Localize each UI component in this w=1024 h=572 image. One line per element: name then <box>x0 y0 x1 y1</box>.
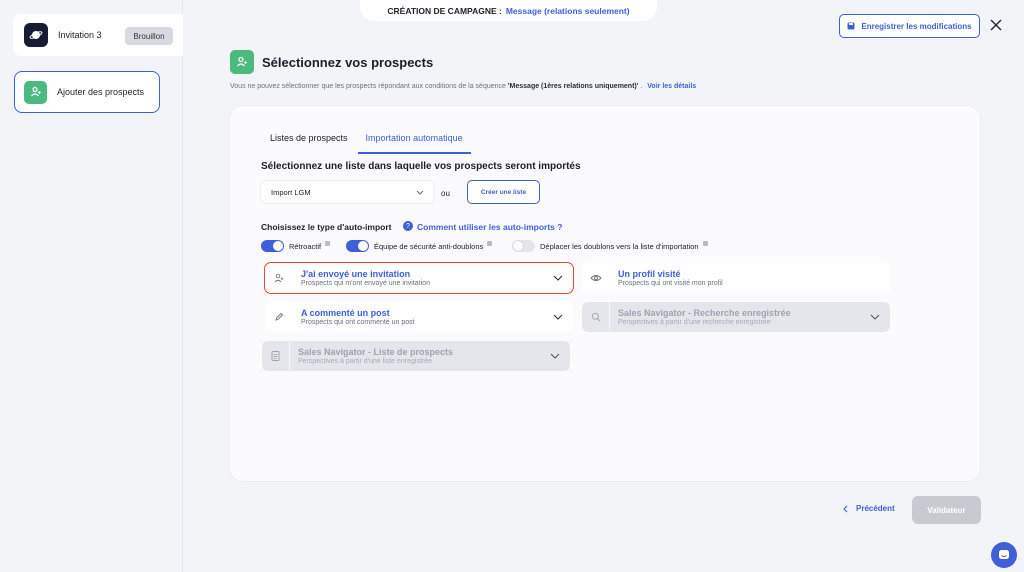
banner-label: CRÉATION DE CAMPAGNE : <box>387 5 502 16</box>
pencil-icon <box>265 302 293 332</box>
save-label: Enregistrer les modifications <box>861 21 972 31</box>
list-select-value: Import LGM <box>271 187 311 197</box>
close-icon[interactable] <box>988 17 1004 33</box>
subtitle-text: Vous ne pouvez sélectionner que les pros… <box>230 83 506 90</box>
document-icon <box>262 341 290 371</box>
option-title: J'ai envoyé une invitation <box>301 269 411 279</box>
list-select[interactable]: Import LGM <box>261 181 434 203</box>
details-link[interactable]: Voir les détails <box>647 83 696 90</box>
autoimport-label: Choisissez le type d'auto-import <box>261 222 392 232</box>
option-desc: Prospects qui ont visité mon profil <box>618 280 723 287</box>
user-plus-icon <box>265 263 293 293</box>
validate-button[interactable]: Validateur <box>912 496 981 524</box>
option-desc: Prospects qui ont commenté un post <box>301 319 415 326</box>
eye-icon <box>582 263 610 293</box>
status-badge: Brouillon <box>125 27 173 45</box>
tab-bar: Listes de prospects Importation automati… <box>270 133 489 154</box>
option-title: Un profil visité <box>618 269 681 279</box>
option-desc: Perspectives à partir d'une liste enregi… <box>298 358 433 365</box>
option-commented-post[interactable]: A commenté un post Prospects qui ont com… <box>265 302 573 332</box>
option-title: Sales Navigator - Liste de prospects <box>298 347 454 357</box>
toggle-label: Rétroactif <box>289 241 322 251</box>
create-list-button[interactable]: Créer une liste <box>467 180 540 204</box>
chat-icon[interactable] <box>991 542 1017 568</box>
page-subtitle: Vous ne pouvez sélectionner que les pros… <box>230 83 696 90</box>
user-plus-icon <box>24 80 47 104</box>
user-plus-icon <box>230 50 254 74</box>
toggle-move-duplicates[interactable]: Déplacer les doublons vers la liste d'im… <box>512 240 708 252</box>
chevron-down-icon <box>540 353 570 359</box>
info-icon[interactable] <box>702 240 708 246</box>
toggle-dedup-team[interactable]: Équipe de sécurité anti-doublons <box>346 240 493 252</box>
sidebar: Invitation 3 Brouillon Ajouter des prosp… <box>0 0 183 572</box>
search-icon <box>582 302 610 332</box>
toggle-label: Déplacer les doublons vers la liste d'im… <box>540 241 699 251</box>
option-sales-nav-lead-list: Sales Navigator - Liste de prospects Per… <box>262 341 570 371</box>
option-desc: Prospects qui m'ont envoyé une invitatio… <box>301 280 430 287</box>
chevron-down-icon[interactable] <box>543 314 573 320</box>
previous-button[interactable]: Précédent <box>843 504 895 513</box>
main-panel: Listes de prospects Importation automati… <box>229 105 981 482</box>
tab-auto-import[interactable]: Importation automatique <box>357 133 471 154</box>
sidebar-item-add-prospects[interactable]: Ajouter des prospects <box>14 71 160 113</box>
tab-prospect-lists[interactable]: Listes de prospects <box>270 133 348 154</box>
save-button[interactable]: Enregistrer les modifications <box>839 14 980 38</box>
autoimport-help-link[interactable]: Comment utiliser les auto-imports ? <box>417 222 562 232</box>
toggle-switch[interactable] <box>261 240 284 252</box>
question-icon[interactable]: ? <box>403 221 413 231</box>
toggle-label: Équipe de sécurité anti-doublons <box>374 241 484 251</box>
or-label: ou <box>441 189 450 198</box>
page-title: Sélectionnez vos prospects <box>262 55 434 70</box>
planet-icon <box>24 23 48 47</box>
option-desc: Perspectives à partir d'une recherche en… <box>618 319 771 326</box>
sidebar-item-label: Ajouter des prospects <box>57 87 145 97</box>
toggle-switch[interactable] <box>346 240 369 252</box>
campaign-creation-banner: CRÉATION DE CAMPAGNE : Message (relation… <box>360 0 657 21</box>
option-title: Sales Navigator - Recherche enregistrée <box>618 308 791 318</box>
previous-label: Précédent <box>856 504 895 513</box>
subtitle-end: . <box>640 83 643 90</box>
option-sales-nav-saved-search: Sales Navigator - Recherche enregistrée … <box>582 302 890 332</box>
option-profile-visited[interactable]: Un profil visité Prospects qui ont visit… <box>582 263 890 293</box>
chevron-down-icon <box>416 190 424 195</box>
campaign-name: Invitation 3 <box>58 30 102 40</box>
toggle-retroactive[interactable]: Rétroactif <box>261 240 331 252</box>
list-section-title: Sélectionnez une liste dans laquelle vos… <box>261 161 581 172</box>
banner-value: Message (relations seulement) <box>505 5 630 16</box>
toggle-switch[interactable] <box>512 240 535 252</box>
save-icon <box>847 22 855 30</box>
chevron-left-icon <box>843 505 848 512</box>
info-icon[interactable] <box>487 240 493 246</box>
option-invitation-sent[interactable]: J'ai envoyé une invitation Prospects qui… <box>264 262 574 294</box>
subtitle-sequence: 'Message (1ères relations uniquement)' <box>507 83 639 90</box>
campaign-card[interactable]: Invitation 3 Brouillon <box>13 14 183 56</box>
option-title: A commenté un post <box>301 308 390 318</box>
chevron-down-icon <box>860 314 890 320</box>
chevron-down-icon[interactable] <box>543 275 573 281</box>
info-icon[interactable] <box>325 240 331 246</box>
